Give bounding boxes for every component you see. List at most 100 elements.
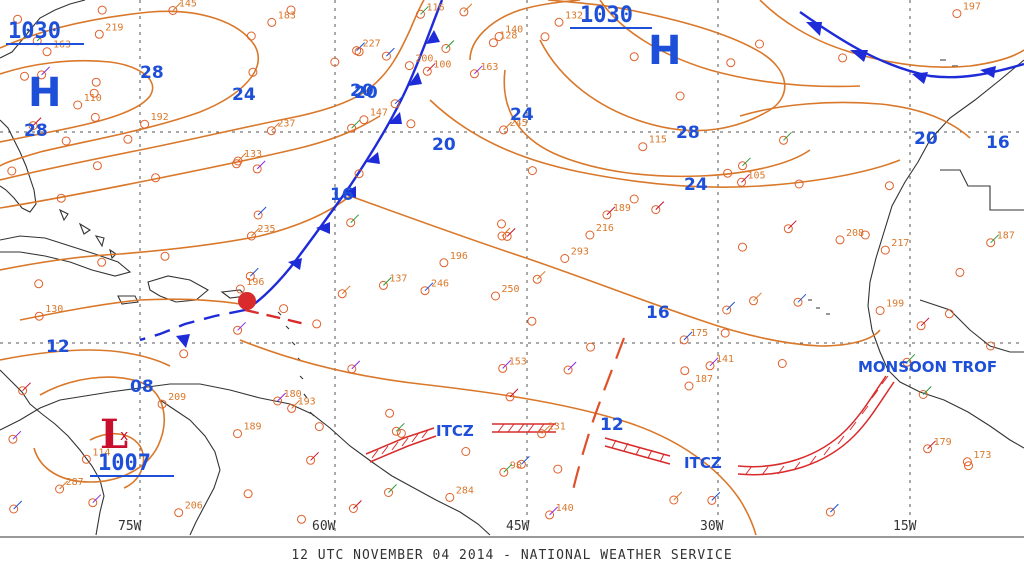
station-circle	[554, 17, 564, 27]
station-circle	[404, 61, 414, 71]
station-pressure-value: 227	[363, 39, 381, 50]
isobar-label: 24	[232, 85, 256, 105]
station-circle	[461, 447, 471, 456]
station-circle	[488, 38, 498, 48]
station-circle	[838, 53, 848, 63]
isobar-label: 28	[676, 123, 700, 143]
station-circle	[34, 279, 44, 289]
surface-analysis-chart: 2502351991932452932872842462061962092272…	[0, 0, 1024, 538]
station-pressure-value: 175	[690, 328, 708, 339]
station-pressure-value: 219	[105, 22, 123, 33]
station-circle	[174, 508, 184, 518]
station-circle	[527, 316, 537, 326]
station-circle	[585, 230, 595, 240]
isobar-label: 16	[646, 303, 670, 323]
lon-label-60w: 60W	[312, 519, 336, 534]
station-pressure-value: 141	[716, 354, 734, 365]
station-circle	[312, 319, 322, 329]
station-circle	[297, 514, 306, 524]
station-pressure-value: 235	[258, 224, 276, 235]
high-center-central: 1030 H	[570, 3, 681, 74]
station-circle	[560, 254, 570, 263]
station-circle	[232, 159, 241, 169]
station-circle	[527, 166, 537, 176]
station-circle	[629, 52, 639, 62]
station-circle	[267, 17, 277, 27]
isobar-label: 16	[330, 185, 354, 205]
station-circle	[684, 381, 694, 391]
station-circle	[123, 134, 133, 144]
station-pressure-value: 187	[997, 231, 1015, 242]
station-pressure-value: 192	[151, 112, 169, 123]
monsoon-trough-label: MONSOON TROF	[858, 358, 997, 376]
station-circle	[179, 349, 189, 359]
isobar-label: 20	[354, 83, 378, 103]
station-circle	[314, 422, 324, 432]
station-pressure-value: 131	[548, 422, 566, 433]
station-pressure-value: 284	[456, 485, 474, 496]
isobar-label: 24	[510, 105, 534, 125]
station-circle	[7, 166, 17, 176]
high-center-west: 1030 H	[6, 19, 84, 116]
station-circle	[160, 251, 170, 261]
station-circle	[90, 112, 100, 122]
station-circle	[884, 181, 894, 191]
station-pressure-value: 189	[613, 203, 631, 214]
station-circle	[638, 142, 648, 152]
isobar-label: 28	[24, 121, 48, 141]
station-pressure-value: 293	[571, 247, 589, 258]
station-circle	[629, 194, 639, 204]
station-pressure-value: 133	[244, 149, 262, 160]
lon-label-45w: 45W	[506, 519, 530, 534]
isobar-label: 28	[140, 63, 164, 83]
station-pressure-value: 237	[277, 119, 295, 130]
station-pressure-value: 246	[431, 279, 449, 290]
high-pressure-value-central: 1030	[580, 3, 633, 28]
station-circle	[140, 119, 150, 129]
station-circle	[235, 284, 245, 294]
station-circle	[233, 429, 242, 439]
station-circle	[445, 492, 455, 502]
isobar-label: 08	[130, 377, 154, 397]
station-circle	[42, 47, 52, 57]
station-circle	[491, 291, 500, 301]
station-pressure-value: 216	[596, 223, 614, 234]
station-pressure-value: 100	[433, 59, 451, 70]
isobar-label: 20	[432, 135, 456, 155]
station-pressure-value: 179	[934, 437, 952, 448]
station-circle	[586, 342, 596, 352]
station-pressure-value: 115	[649, 135, 667, 146]
station-circle	[738, 242, 747, 252]
station-circle	[553, 464, 563, 474]
station-pressure-value: 105	[748, 170, 766, 181]
station-circle	[246, 31, 256, 41]
lon-label-75w: 75W	[118, 519, 142, 534]
station-circle	[726, 58, 736, 68]
isobar-label: 12	[46, 337, 70, 357]
station-circle	[94, 29, 104, 39]
station-circle	[720, 328, 730, 338]
low-x-marker: x	[120, 428, 128, 444]
station-circle	[439, 258, 449, 268]
isobar-label: 20	[914, 129, 938, 149]
station-circle	[675, 91, 685, 101]
station-pressure-value: 98	[510, 460, 522, 471]
station-pressure-value: 250	[502, 284, 520, 295]
station-pressure-value: 196	[450, 251, 468, 262]
station-pressure-value: 128	[499, 31, 517, 42]
station-pressure-value: 197	[963, 2, 981, 13]
station-circle	[97, 257, 107, 267]
lon-label-15w: 15W	[893, 519, 917, 534]
station-pressure-value: 206	[185, 501, 203, 512]
station-circle	[61, 136, 71, 146]
station-circle	[396, 428, 406, 438]
station-circle	[91, 77, 101, 87]
high-symbol-central: H	[648, 28, 681, 74]
station-pressure-value: 200	[415, 54, 433, 65]
station-pressure-value: 116	[427, 2, 445, 13]
station-circle	[497, 219, 506, 229]
station-pressure-value: 110	[84, 93, 102, 104]
station-circle	[952, 9, 962, 19]
high-symbol-west: H	[28, 70, 61, 116]
station-circle	[880, 245, 890, 255]
